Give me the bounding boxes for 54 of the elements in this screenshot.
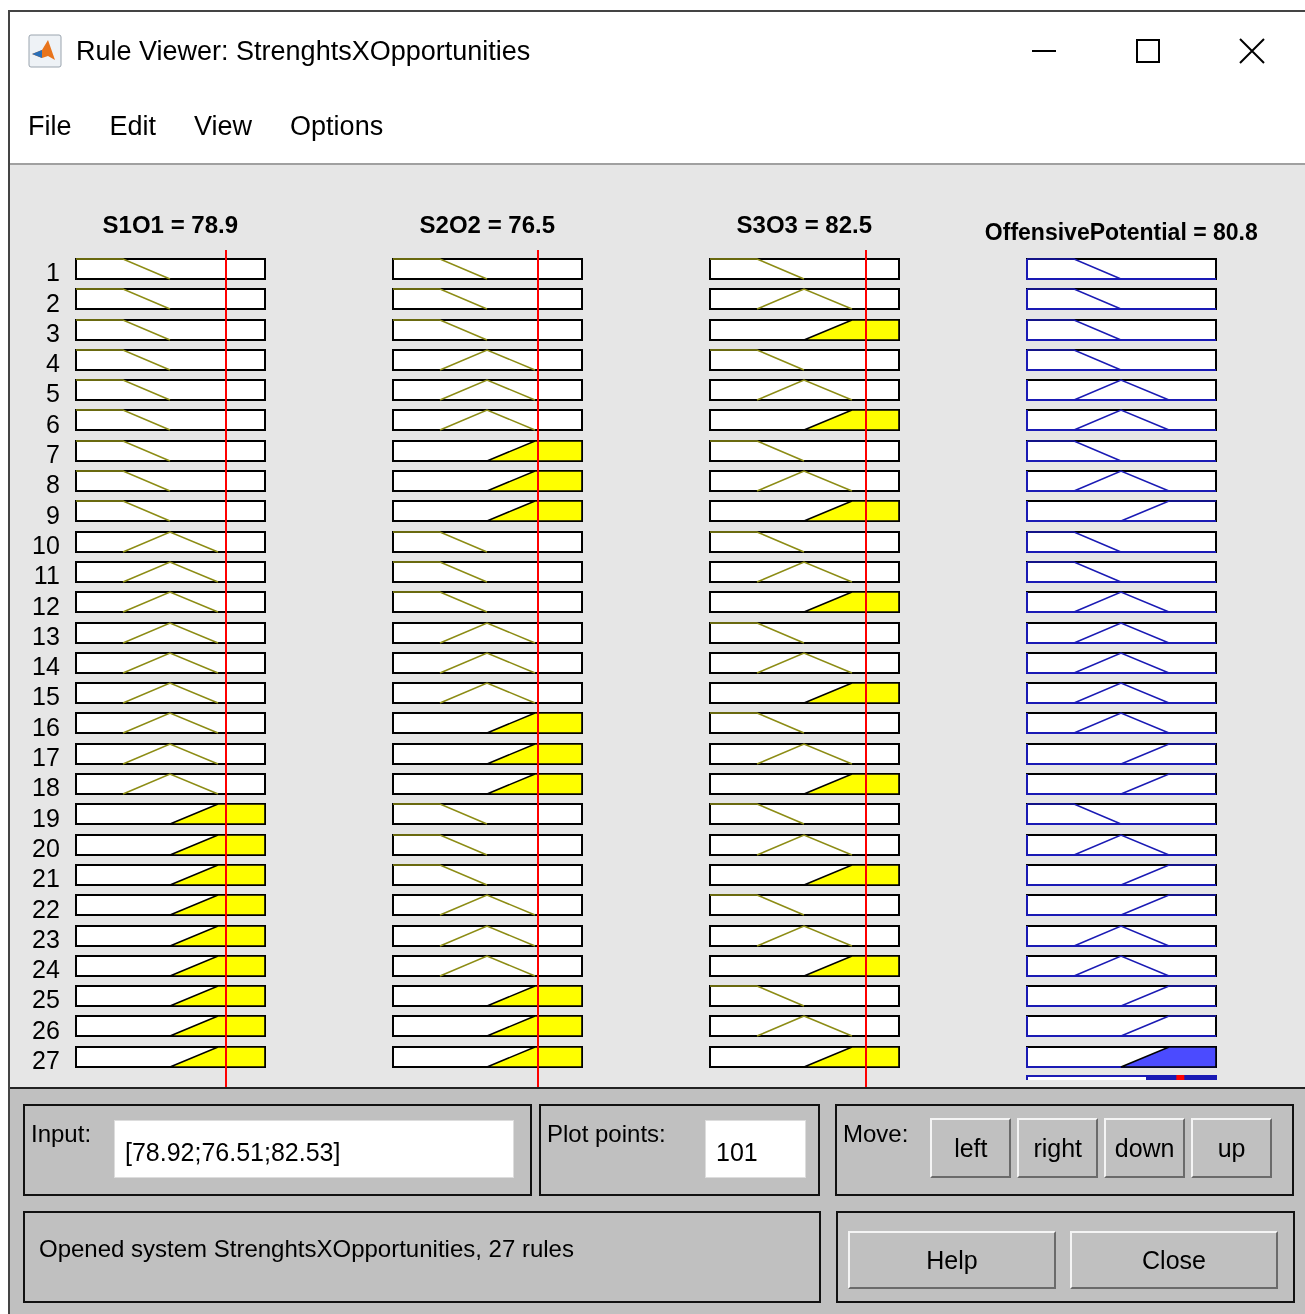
input-field[interactable]: [78.92;76.51;82.53] bbox=[114, 1120, 514, 1178]
move-button[interactable]: right bbox=[1017, 1118, 1099, 1178]
row-number: 14 bbox=[32, 652, 60, 675]
close-icon[interactable] bbox=[1239, 38, 1265, 64]
row-number: 9 bbox=[45, 500, 60, 523]
status-message: Opened system StrenghtsXOpportunities, 27 rules bbox=[39, 1235, 574, 1263]
row-number: 5 bbox=[45, 379, 60, 402]
menu-item[interactable]: View bbox=[194, 111, 253, 142]
menu-item[interactable]: Options bbox=[290, 111, 384, 142]
move-button[interactable]: down bbox=[1104, 1118, 1186, 1178]
row-number: 10 bbox=[32, 530, 60, 553]
window-title: Rule Viewer: StrenghtsXOpportunities bbox=[76, 35, 531, 67]
app-icon bbox=[28, 34, 62, 68]
variable-heading: S2O2 = 76.5 bbox=[419, 210, 556, 240]
row-number: 8 bbox=[45, 470, 60, 493]
row-number: 1 bbox=[45, 258, 60, 281]
menu-item[interactable]: Edit bbox=[109, 111, 157, 142]
row-number: 12 bbox=[32, 591, 60, 614]
row-number: 11 bbox=[33, 561, 60, 584]
input-value-line[interactable] bbox=[536, 250, 539, 1087]
row-number: 7 bbox=[45, 440, 60, 463]
variable-heading: S1O1 = 78.9 bbox=[102, 210, 239, 240]
row-number: 16 bbox=[32, 712, 60, 735]
move-button[interactable]: left bbox=[930, 1118, 1012, 1178]
field-label: Move: bbox=[843, 1120, 909, 1148]
row-number: 25 bbox=[32, 985, 60, 1008]
row-number: 24 bbox=[32, 955, 60, 978]
row-number: 21 bbox=[32, 864, 60, 887]
dialog-button[interactable]: Close bbox=[1070, 1231, 1278, 1289]
row-number: 13 bbox=[32, 621, 60, 644]
row-number: 23 bbox=[32, 924, 60, 947]
row-number: 18 bbox=[32, 773, 60, 796]
plot-points-field[interactable]: 101 bbox=[705, 1120, 806, 1178]
row-number: 19 bbox=[32, 803, 60, 826]
field-label: Input: bbox=[31, 1120, 92, 1148]
row-number: 27 bbox=[32, 1046, 60, 1068]
input-value-line[interactable] bbox=[224, 250, 227, 1087]
maximize-button[interactable] bbox=[1135, 38, 1161, 64]
row-number: 6 bbox=[45, 409, 60, 432]
input-value-line[interactable] bbox=[865, 250, 868, 1087]
menu-item[interactable]: File bbox=[28, 111, 72, 142]
row-number: 15 bbox=[32, 682, 60, 705]
variable-heading: S3O3 = 82.5 bbox=[736, 210, 873, 240]
row-number: 22 bbox=[32, 894, 60, 917]
field-label: Plot points: bbox=[547, 1120, 666, 1148]
row-number: 2 bbox=[45, 288, 60, 311]
move-button[interactable]: up bbox=[1191, 1118, 1272, 1178]
row-number: 20 bbox=[32, 833, 60, 856]
row-number: 4 bbox=[45, 349, 60, 372]
row-number: 3 bbox=[45, 318, 60, 341]
row-number: 17 bbox=[32, 743, 60, 766]
dialog-button[interactable]: Help bbox=[848, 1231, 1056, 1289]
row-number: 26 bbox=[32, 1015, 60, 1038]
variable-heading: OffensivePotential = 80.8 bbox=[984, 218, 1258, 247]
